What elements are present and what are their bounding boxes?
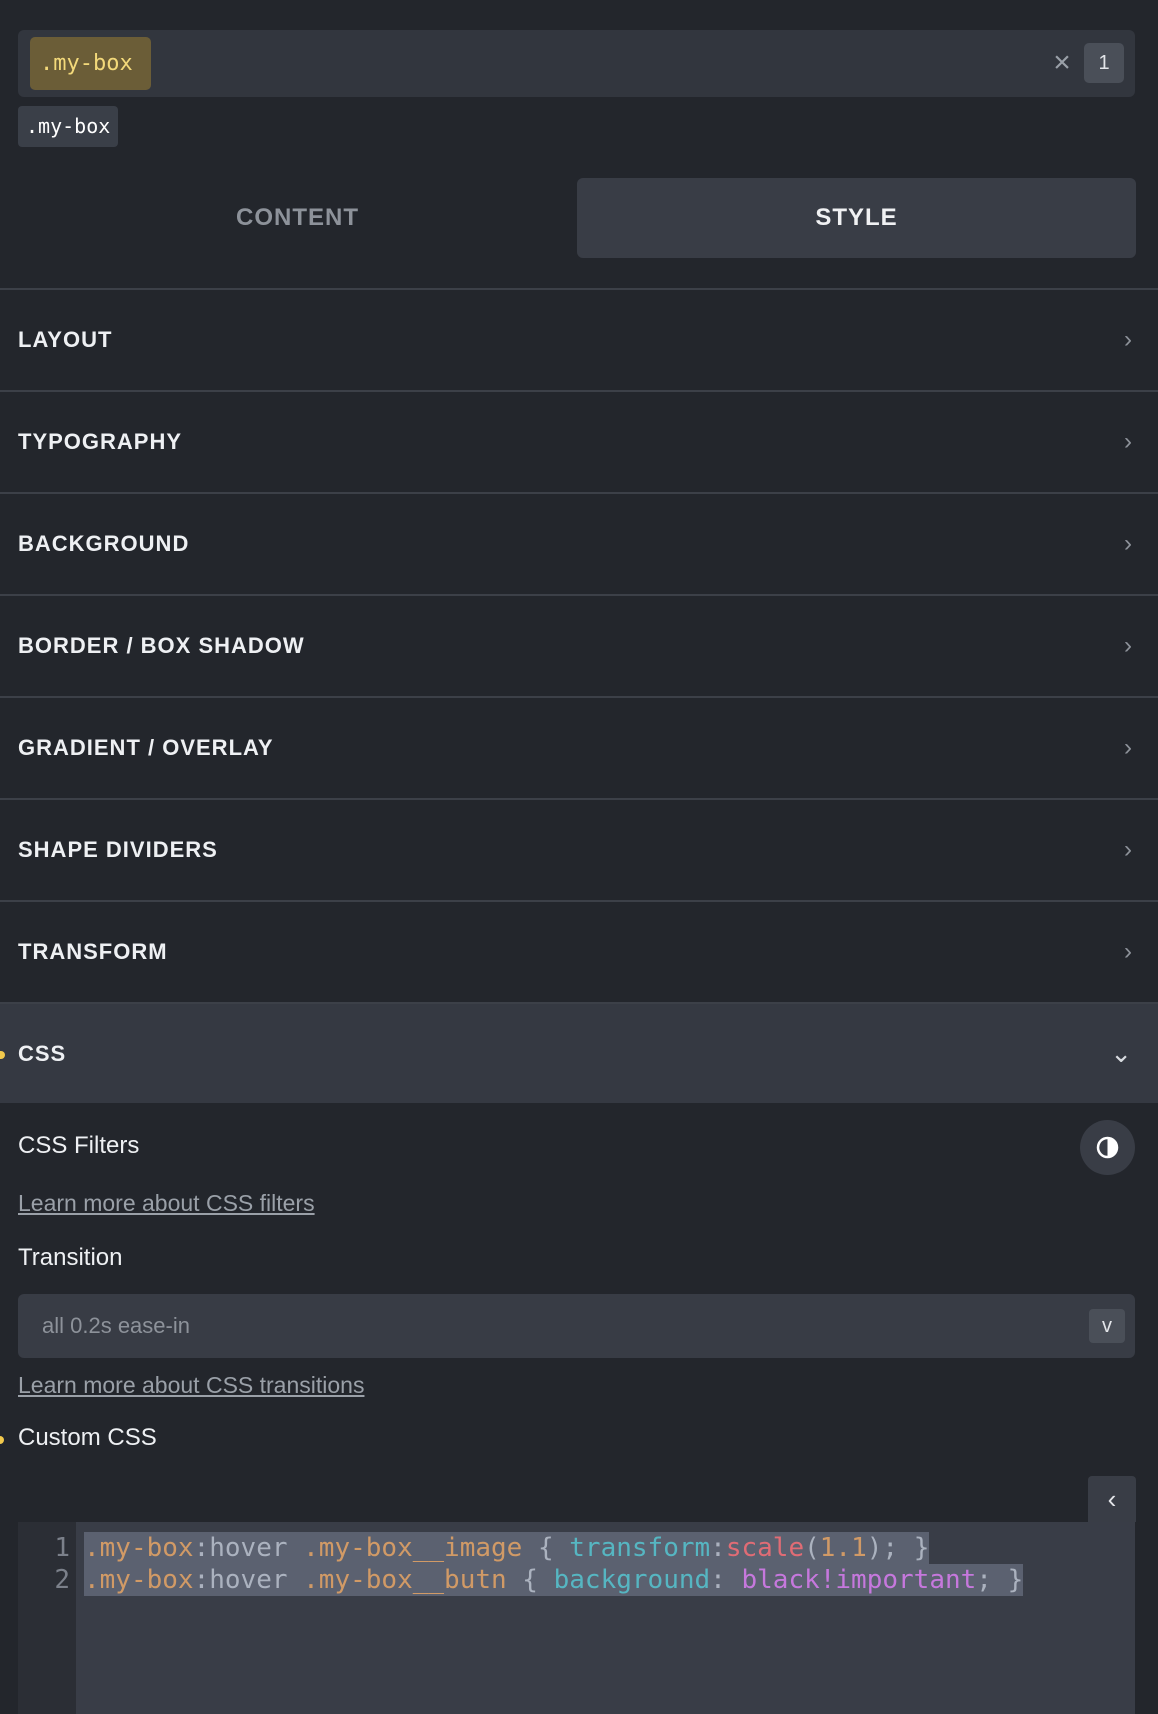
code-token: : — [710, 1533, 726, 1563]
selector-suggestion-chip[interactable]: .my-box — [18, 106, 119, 147]
panel-label: SHAPE DIVIDERS — [18, 837, 218, 862]
chevron-right-icon: › — [1124, 836, 1132, 863]
panel-transform[interactable]: TRANSFORM › — [0, 900, 1158, 1001]
selector-chip-active[interactable]: .my-box — [30, 37, 151, 90]
chevron-right-icon: › — [1124, 530, 1132, 557]
code-token: { — [506, 1565, 554, 1595]
panel-label: CSS — [18, 1041, 67, 1066]
panel-shape-dividers[interactable]: SHAPE DIVIDERS › — [0, 798, 1158, 899]
custom-css-editor[interactable]: 1 2 .my-box:hover .my-box__image { trans… — [18, 1522, 1135, 1714]
selector-input[interactable]: .my-box × 1 — [18, 30, 1135, 97]
code-token: scale — [725, 1533, 805, 1563]
code-token: background — [553, 1565, 711, 1595]
chevron-right-icon: › — [1124, 326, 1132, 353]
panel-css[interactable]: CSS ⌄ — [0, 1002, 1158, 1103]
chevron-right-icon: › — [1124, 734, 1132, 761]
css-filters-button[interactable] — [1080, 1120, 1135, 1175]
css-filters-link[interactable]: Learn more about CSS filters — [18, 1190, 315, 1217]
tab-content[interactable]: CONTENT — [18, 178, 577, 258]
panel-label: TRANSFORM — [18, 939, 168, 964]
chevron-right-icon: › — [1124, 938, 1132, 965]
panel-label: TYPOGRAPHY — [18, 429, 183, 454]
code-token: { — [522, 1533, 570, 1563]
code-token: black!important — [741, 1565, 977, 1595]
modified-indicator — [0, 1051, 5, 1059]
clear-icon[interactable]: × — [1048, 45, 1076, 81]
code-token: .my-box — [84, 1533, 194, 1563]
code-line[interactable]: .my-box:hover .my-box__image { transform… — [84, 1532, 930, 1564]
panel-border-box-shadow[interactable]: BORDER / BOX SHADOW › — [0, 594, 1158, 695]
chevron-right-icon: › — [1124, 428, 1132, 455]
chevron-right-icon: › — [1124, 632, 1132, 659]
panel-layout[interactable]: LAYOUT › — [0, 288, 1158, 389]
transition-dropdown-button[interactable]: v — [1089, 1309, 1125, 1343]
css-transitions-link[interactable]: Learn more about CSS transitions — [18, 1372, 364, 1399]
css-filters-label: CSS Filters — [18, 1132, 140, 1159]
panel-label: LAYOUT — [18, 327, 113, 352]
panel-label: BORDER / BOX SHADOW — [18, 633, 305, 658]
chevron-left-icon[interactable]: ‹ — [1088, 1476, 1136, 1522]
code-token: ); } — [866, 1533, 930, 1563]
transition-input[interactable]: all 0.2s ease-in v — [18, 1294, 1135, 1358]
selector-count-badge: 1 — [1084, 43, 1124, 83]
half-circle-icon — [1096, 1136, 1119, 1159]
tab-style[interactable]: STYLE — [577, 178, 1136, 258]
code-token: .my-box — [84, 1565, 194, 1595]
custom-css-modified-indicator — [0, 1436, 4, 1444]
code-line[interactable]: .my-box:hover .my-box__butn { background… — [84, 1564, 1024, 1596]
panel-gradient-overlay[interactable]: GRADIENT / OVERLAY › — [0, 696, 1158, 797]
transition-placeholder: all 0.2s ease-in — [42, 1313, 190, 1338]
code-token: : — [710, 1565, 742, 1595]
code-token: transform — [569, 1533, 711, 1563]
code-token: ( — [804, 1533, 820, 1563]
panel-typography[interactable]: TYPOGRAPHY › — [0, 390, 1158, 491]
code-token: :hover — [193, 1533, 304, 1563]
code-token: .my-box__butn — [303, 1565, 507, 1595]
code-token: :hover — [193, 1565, 304, 1595]
code-token: 1.1 — [819, 1533, 867, 1563]
panel-background[interactable]: BACKGROUND › — [0, 492, 1158, 593]
editor-gutter: 1 2 — [18, 1522, 76, 1714]
code-token: ; } — [976, 1565, 1024, 1595]
panel-label: BACKGROUND — [18, 531, 190, 556]
line-number: 1 — [54, 1533, 70, 1563]
line-number: 2 — [54, 1565, 70, 1595]
custom-css-label: Custom CSS — [18, 1424, 157, 1451]
code-token: .my-box__image — [303, 1533, 523, 1563]
transition-label: Transition — [18, 1244, 123, 1271]
chevron-down-icon: ⌄ — [1110, 1038, 1132, 1068]
panel-label: GRADIENT / OVERLAY — [18, 735, 274, 760]
